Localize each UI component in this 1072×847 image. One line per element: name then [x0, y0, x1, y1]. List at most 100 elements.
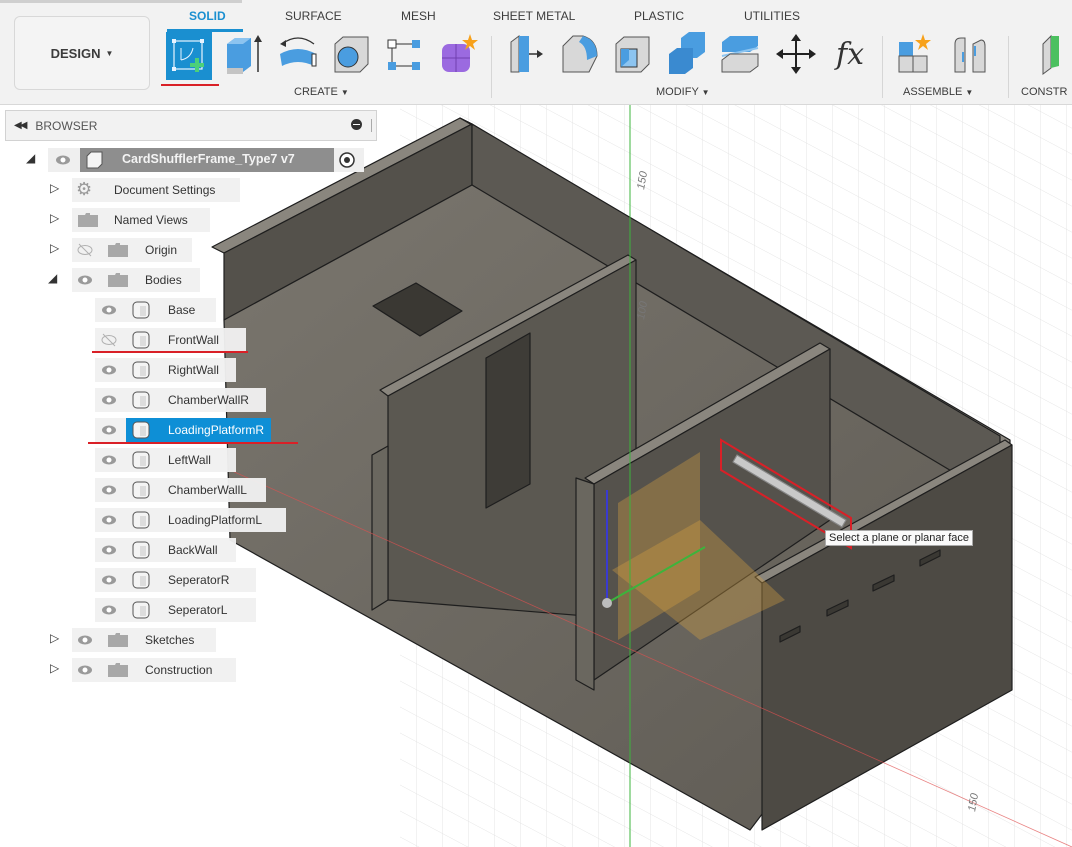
browser-body-item[interactable]: ChamberWallL: [0, 478, 320, 502]
annotation-underline: [161, 84, 219, 86]
joint-button[interactable]: [947, 32, 991, 76]
fillet-icon: [562, 35, 598, 73]
expand-triangle-icon[interactable]: ▷: [50, 211, 59, 225]
browser-body-item[interactable]: SeperatorR: [0, 568, 320, 592]
body-label: ChamberWallL: [168, 483, 247, 497]
eye-icon[interactable]: [101, 392, 117, 408]
tab-sheet-metal[interactable]: SHEET METAL: [493, 9, 575, 23]
browser-folder-document-settings[interactable]: ▷ ⚙ Document Settings: [0, 178, 260, 202]
folder-label: Document Settings: [114, 183, 216, 197]
fillet-button[interactable]: [557, 32, 601, 76]
browser-folder-named-views[interactable]: ▷ Named Views: [0, 208, 220, 232]
assemble-menu[interactable]: ASSEMBLE ▼: [903, 86, 973, 98]
body-icon: [132, 361, 150, 379]
dropdown-caret-icon: ▼: [105, 48, 114, 58]
create-menu[interactable]: CREATE ▼: [294, 86, 349, 98]
split-body-icon: [721, 36, 759, 73]
eye-icon[interactable]: [101, 602, 117, 618]
eye-hidden-icon[interactable]: [101, 332, 117, 348]
browser-body-item[interactable]: Base: [0, 298, 320, 322]
press-pull-button[interactable]: [505, 32, 549, 76]
tab-utilities[interactable]: UTILITIES: [744, 9, 800, 23]
eye-icon[interactable]: [101, 302, 117, 318]
browser-body-item[interactable]: BackWall: [0, 538, 320, 562]
body-label: LoadingPlatformR: [168, 423, 265, 437]
shell-icon: [615, 36, 650, 73]
folder-label: Origin: [145, 243, 178, 257]
browser-body-item[interactable]: LoadingPlatformR: [0, 418, 320, 442]
eye-icon[interactable]: [77, 632, 93, 648]
body-label: Base: [168, 303, 196, 317]
body-icon: [132, 481, 150, 499]
folder-icon: [108, 243, 128, 257]
browser-body-item[interactable]: FrontWall: [0, 328, 320, 352]
collapse-triangle-icon[interactable]: ◢: [26, 151, 35, 165]
browser-folder-construction[interactable]: ▷ Construction: [0, 658, 240, 682]
browser-body-item[interactable]: SeperatorL: [0, 598, 320, 622]
eye-icon[interactable]: [101, 452, 117, 468]
hole-button[interactable]: [330, 32, 374, 76]
eye-icon[interactable]: [101, 422, 117, 438]
root-component-label: CardShufflerFrame_Type7 v7: [122, 152, 295, 166]
shell-button[interactable]: [611, 32, 655, 76]
offset-plane-button[interactable]: [1035, 32, 1072, 76]
expand-triangle-icon[interactable]: ▷: [50, 661, 59, 675]
hole-icon: [334, 36, 369, 73]
tab-mesh[interactable]: MESH: [401, 9, 436, 23]
eye-icon[interactable]: [55, 152, 71, 168]
browser-body-item[interactable]: RightWall: [0, 358, 320, 382]
split-body-button[interactable]: [718, 32, 762, 76]
pin-panel-icon[interactable]: [351, 119, 362, 130]
new-component-button[interactable]: [895, 32, 939, 76]
revolve-button[interactable]: [276, 32, 320, 76]
eye-icon[interactable]: [101, 482, 117, 498]
eye-icon[interactable]: [77, 662, 93, 678]
browser-body-item[interactable]: LeftWall: [0, 448, 320, 472]
browser-folder-sketches[interactable]: ▷ Sketches: [0, 628, 230, 652]
title-strip: [0, 0, 242, 3]
eye-icon[interactable]: [101, 362, 117, 378]
create-sketch-button[interactable]: [166, 32, 212, 80]
tab-solid[interactable]: SOLID: [189, 9, 226, 23]
expand-triangle-icon[interactable]: ▷: [50, 181, 59, 195]
expand-triangle-icon[interactable]: ▷: [50, 631, 59, 645]
create-form-button[interactable]: [436, 32, 480, 76]
body-label: FrontWall: [168, 333, 219, 347]
activate-component-radio-icon[interactable]: [338, 151, 356, 169]
expand-triangle-icon[interactable]: ▷: [50, 241, 59, 255]
pattern-icon: [387, 39, 420, 70]
ribbon-toolbar: DESIGN ▼ SOLID SURFACE MESH SHEET METAL …: [0, 0, 1072, 105]
panel-resize-handle[interactable]: [371, 119, 372, 132]
tab-surface[interactable]: SURFACE: [285, 9, 342, 23]
browser-folder-origin[interactable]: ▷ Origin: [0, 238, 200, 262]
eye-icon[interactable]: [101, 542, 117, 558]
eye-icon[interactable]: [77, 272, 93, 288]
collapse-panel-icon[interactable]: ◀◀: [14, 120, 27, 131]
body-label: LoadingPlatformL: [168, 513, 263, 527]
workspace-switcher-button[interactable]: DESIGN ▼: [14, 16, 150, 90]
browser-body-item[interactable]: LoadingPlatformL: [0, 508, 320, 532]
parameters-button[interactable]: fx: [828, 32, 872, 76]
browser-root-component[interactable]: ◢ CardShufflerFrame_Type7 v7: [0, 148, 380, 172]
annotation-underline-frontwall: [92, 351, 248, 353]
component-icon: [86, 151, 103, 169]
dropdown-caret-icon: ▼: [340, 88, 349, 97]
construct-menu[interactable]: CONSTR: [1021, 86, 1067, 98]
browser-folder-bodies[interactable]: ◢ Bodies: [0, 268, 210, 292]
combine-button[interactable]: [665, 32, 709, 76]
dropdown-caret-icon: ▼: [965, 88, 974, 97]
modify-menu[interactable]: MODIFY ▼: [656, 86, 710, 98]
move-button[interactable]: [774, 32, 818, 76]
collapse-triangle-icon[interactable]: ◢: [48, 271, 57, 285]
press-pull-icon: [510, 35, 543, 73]
eye-icon[interactable]: [101, 572, 117, 588]
extrude-button[interactable]: [221, 32, 265, 76]
browser-title: BROWSER: [35, 118, 98, 133]
eye-hidden-icon[interactable]: [77, 242, 93, 258]
new-component-icon: [898, 34, 931, 73]
pattern-button[interactable]: [382, 32, 426, 76]
browser-body-item[interactable]: ChamberWallR: [0, 388, 320, 412]
tab-plastic[interactable]: PLASTIC: [634, 9, 684, 23]
eye-icon[interactable]: [101, 512, 117, 528]
body-label: LeftWall: [168, 453, 211, 467]
